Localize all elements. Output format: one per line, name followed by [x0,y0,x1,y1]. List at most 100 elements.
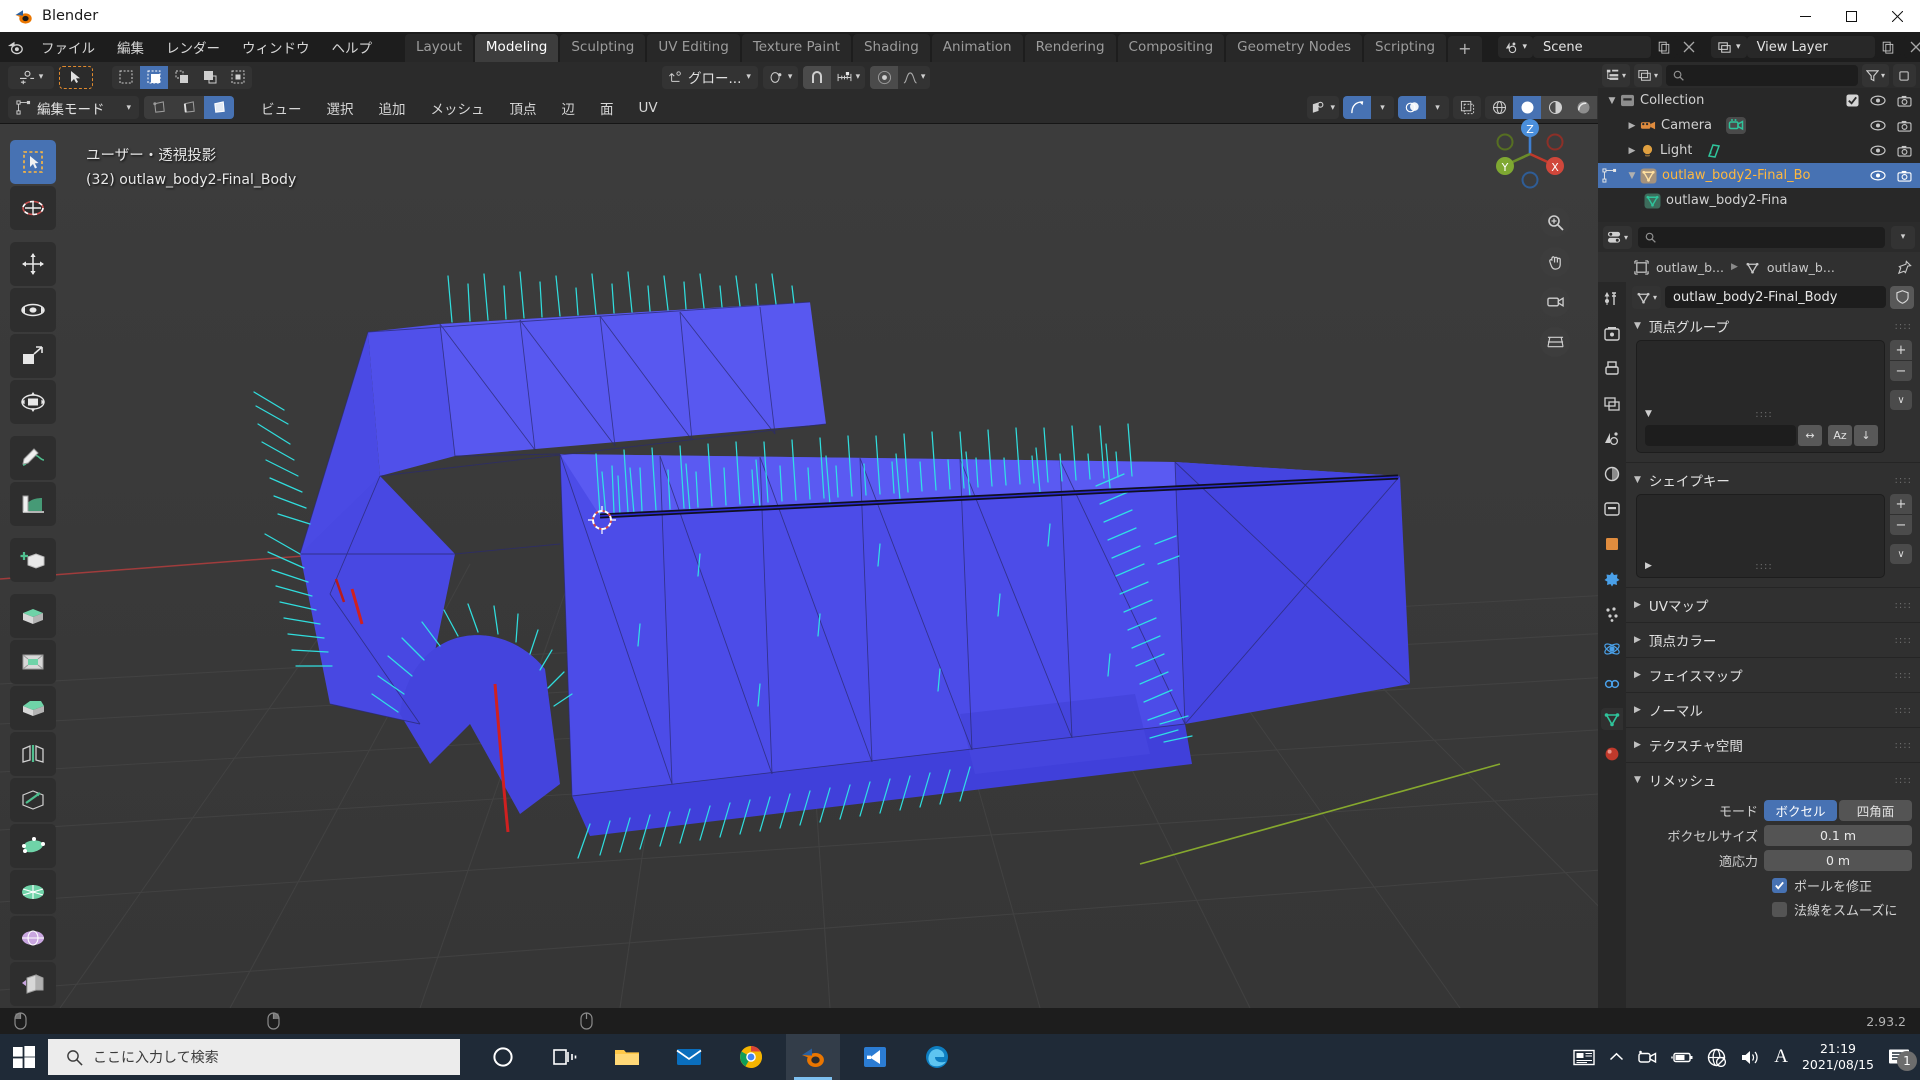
viewport-menu-add[interactable]: 追加 [369,95,416,121]
tab-modeling[interactable]: Modeling [474,34,559,62]
properties-search-input[interactable] [1638,226,1885,248]
tool-scale[interactable] [10,334,56,378]
expand-triangle-icon[interactable]: ▼ [1624,171,1640,181]
tool-annotate[interactable] [10,436,56,480]
volume-icon[interactable] [1740,1049,1760,1066]
expand-triangle-icon[interactable]: ▼ [1604,96,1620,106]
notifications-icon[interactable]: 1 [1888,1048,1917,1071]
eye-icon[interactable] [1870,95,1886,106]
panel-drag-dots[interactable]: :::: [1895,475,1912,486]
tab-texture-paint[interactable]: Texture Paint [741,34,851,62]
viewport-menu-mesh[interactable]: メッシュ [421,95,495,121]
panel-header-normals[interactable]: ▶ ノーマル :::: [1626,696,1920,724]
new-scene-button[interactable] [1651,36,1678,58]
panel-header-vertex-groups[interactable]: ▼ 頂点グループ :::: [1626,312,1920,340]
tab-geometry-nodes[interactable]: Geometry Nodes [1226,34,1363,62]
view-layer-browse-button[interactable]: ▾ [1711,36,1747,58]
camera-data-icon[interactable] [1724,116,1748,135]
fake-user-shield-button[interactable] [1890,285,1914,309]
view-layer-name-field[interactable]: View Layer [1746,36,1875,58]
outliner-row-outlaw-body[interactable]: ▼ outlaw_body2-Final_Bo [1598,163,1920,188]
viewport-menu-view[interactable]: ビュー [251,95,312,121]
task-view-icon[interactable] [538,1034,592,1080]
outliner-filter-scene-icon[interactable]: ▾ [1634,63,1663,87]
smooth-normals-checkbox[interactable] [1772,901,1787,917]
panel-drag-dots[interactable]: :::: [1895,775,1912,786]
properties-tab-particles[interactable] [1601,603,1623,625]
panel-header-remesh[interactable]: ▼ リメッシュ :::: [1626,766,1920,794]
tool-measure[interactable] [10,482,56,526]
proportional-editing-toggle[interactable] [870,65,899,89]
properties-tab-collection[interactable] [1601,498,1623,520]
vertex-group-filter-input[interactable] [1645,425,1796,446]
show-hidden-icon[interactable] [1609,1052,1624,1062]
camera-render-icon[interactable] [1897,170,1912,182]
expand-triangle-icon[interactable]: ▶ [1624,121,1640,131]
tweak-tool-button[interactable] [59,65,93,89]
tool-edge-slide[interactable] [10,962,56,1006]
properties-options-dropdown[interactable]: ▾ [1891,225,1915,249]
outliner-display-mode-icon[interactable]: ▾ [1602,63,1631,87]
menu-edit[interactable]: 編集 [106,34,155,60]
select-intersect-button[interactable] [224,65,252,89]
breadcrumb-object-label[interactable]: outlaw_b... [1656,260,1724,275]
new-view-layer-button[interactable] [1874,36,1901,58]
camera-view-button[interactable] [1540,287,1570,317]
viewport-menu-vertex[interactable]: 頂点 [500,95,547,121]
filter-icon[interactable]: ▾ [1861,63,1889,87]
select-set-button[interactable] [112,65,140,89]
sort-descending-button[interactable]: ↓ [1854,425,1878,446]
fix-poles-checkbox[interactable] [1772,877,1787,893]
snap-mode-selector[interactable]: ▾ [831,65,866,89]
remesh-mode-voxel-button[interactable]: ボクセル [1764,800,1837,821]
vscode-icon[interactable] [848,1034,902,1080]
panel-drag-dots[interactable]: :::: [1895,321,1912,332]
remove-vertex-group-button[interactable]: − [1890,361,1912,381]
mesh-data-browse-button[interactable]: ▾ [1632,285,1662,309]
overlays-toggle[interactable] [1398,96,1426,119]
tool-tweak[interactable] [10,140,56,184]
outliner-row-light[interactable]: ▶ Light [1598,138,1920,163]
close-button[interactable] [1874,0,1920,32]
properties-editor[interactable]: ▾ ▾ outlaw_b... ▶ outlaw_b... ▾ outlaw_b… [1598,222,1920,1008]
outliner-editor[interactable]: ▾ ▾ ▾ ▼ Collection ▶ Camera ▶ Light ▼ ou… [1598,62,1920,222]
tab-compositing[interactable]: Compositing [1117,34,1225,62]
snap-magnet-icon[interactable] [803,65,832,89]
properties-editor-type-icon[interactable]: ▾ [1603,225,1633,249]
transform-orientation-selector[interactable]: グロー... ▾ [662,65,758,89]
tool-loop-cut[interactable] [10,732,56,776]
panel-drag-dots[interactable]: :::: [1895,635,1912,646]
tool-smooth[interactable] [10,916,56,960]
properties-tab-scene[interactable] [1601,428,1623,450]
viewport-menu-select[interactable]: 選択 [317,95,364,121]
list-filter-triangle-icon[interactable]: ▶ [1645,561,1652,571]
tool-extrude-region[interactable] [10,594,56,638]
tab-animation[interactable]: Animation [931,34,1023,62]
panel-header-uv-maps[interactable]: ▶ UVマップ :::: [1626,591,1920,619]
menu-help[interactable]: ヘルプ [321,34,384,60]
scene-name-field[interactable]: Scene [1533,36,1652,58]
edge-select-mode-button[interactable] [174,96,205,119]
start-button[interactable] [0,1034,48,1080]
properties-tab-modifier[interactable] [1601,568,1623,590]
panel-header-texture-space[interactable]: ▶ テクスチャ空間 :::: [1626,731,1920,759]
sort-direction-button[interactable]: ↔ [1798,425,1822,446]
shape-key-list[interactable]: ▶ :::: [1636,494,1885,578]
tool-add-cube[interactable] [10,538,56,582]
3d-viewport[interactable]: ▾ グロー... ▾ ▾ ▾ ▾ 編集モード ▾ ビュー 選択 追加 メッシュ … [0,62,1628,1008]
blender-icon[interactable] [786,1034,840,1080]
tab-shading[interactable]: Shading [852,34,930,62]
panel-header-shape-keys[interactable]: ▼ シェイプキー :::: [1626,466,1920,494]
outliner-row-outlaw-mesh-data[interactable]: outlaw_body2-Fina [1598,188,1920,213]
panel-drag-dots[interactable]: :::: [1895,705,1912,716]
outliner-row-collection[interactable]: ▼ Collection [1598,88,1920,113]
tool-spin[interactable] [10,870,56,914]
scene-browse-button[interactable]: ▾ [1497,36,1534,58]
panel-drag-dots[interactable]: :::: [1895,670,1912,681]
active-tool-icon[interactable]: ▾ [8,65,54,89]
list-grip-dots[interactable]: :::: [1755,561,1772,572]
mesh-data-name-field[interactable]: outlaw_body2-Final_Body [1665,286,1886,308]
panel-drag-dots[interactable]: :::: [1895,600,1912,611]
adaptivity-value-field[interactable]: 0 m [1764,850,1912,871]
camera-render-icon[interactable] [1897,120,1912,132]
